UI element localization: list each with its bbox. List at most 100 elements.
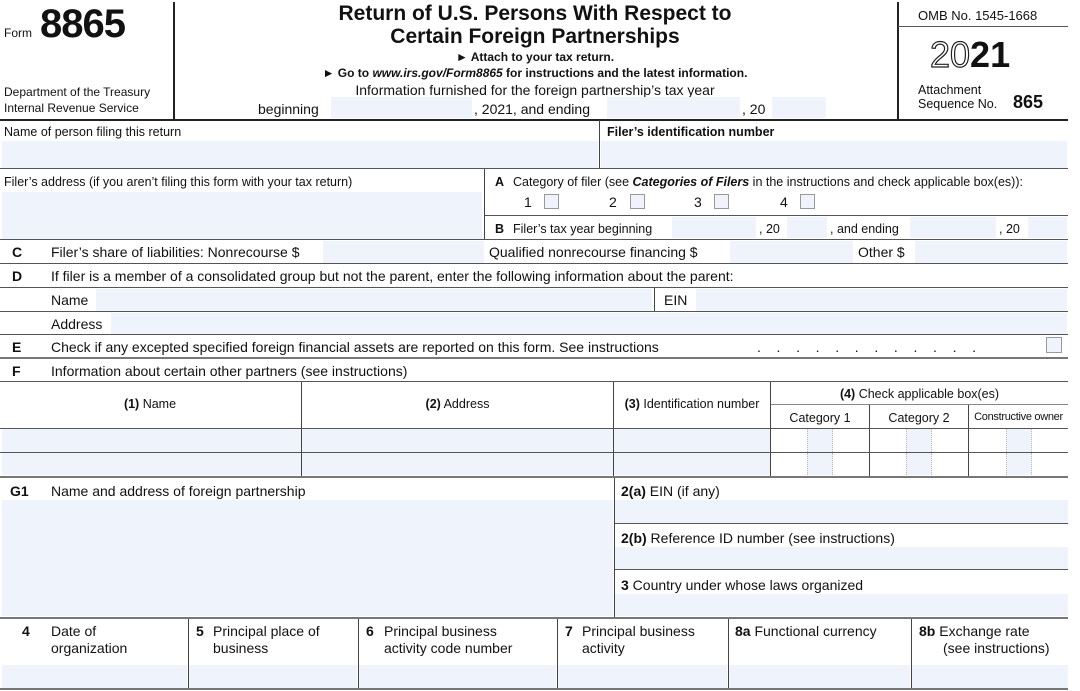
excepted-assets-checkbox[interactable] (1046, 337, 1062, 353)
omb-number: OMB No. 1545-1668 (918, 8, 1038, 23)
nonrecourse-label: Filer’s share of liabilities: Nonrecours… (51, 244, 300, 260)
partnership-year-beginning-field[interactable] (331, 97, 472, 118)
partnership-ein-field[interactable] (615, 500, 1068, 523)
line-c-letter: C (12, 244, 23, 260)
filer-year-beginning-year-field[interactable] (787, 217, 827, 238)
partner-name-field[interactable] (2, 429, 301, 452)
activity-code-field[interactable] (359, 665, 556, 688)
filer-address-label: Filer’s address (if you aren’t filing th… (4, 175, 353, 189)
consolidated-group-text: If filer is a member of a consolidated g… (51, 268, 734, 284)
partner-id-field[interactable] (614, 429, 770, 452)
constructive-owner-checkbox[interactable] (1006, 429, 1032, 452)
parent-ein-label: EIN (664, 292, 688, 308)
ein-label: 2(a) EIN (if any) (621, 483, 720, 499)
item-6-number: 6 (366, 623, 374, 639)
category-4-checkbox[interactable] (800, 194, 815, 209)
date-of-organization-label: Date of organization (51, 623, 128, 656)
parent-name-label: Name (51, 292, 89, 308)
category-3-checkbox[interactable] (714, 194, 729, 209)
col-name-header: (1) Name (123, 397, 177, 411)
filer-name-label: Name of person filing this return (4, 125, 182, 139)
col-address-header: (2) Address (425, 397, 490, 411)
form-title: Return of U.S. Persons With Respect to C… (180, 2, 890, 48)
item-5-number: 5 (196, 623, 204, 639)
country-label: 3 Country under whose laws organized (621, 577, 864, 593)
exchange-rate-field[interactable] (912, 665, 1068, 688)
parent-ein-field[interactable] (696, 289, 1067, 311)
category-2-checkbox[interactable] (906, 453, 932, 475)
business-activity-label: Principal business activity (582, 623, 695, 656)
agency-name: Internal Revenue Service (4, 101, 139, 115)
category-2-checkbox[interactable] (630, 194, 645, 209)
attach-note: ► Attach to your tax return. (455, 50, 615, 64)
filer-address-field[interactable] (2, 192, 482, 239)
nonrecourse-field[interactable] (323, 241, 484, 263)
constructive-owner-checkbox[interactable] (1006, 453, 1032, 475)
tax-year-info: Information furnished for the foreign pa… (355, 82, 715, 98)
principal-place-field[interactable] (189, 665, 357, 688)
reference-id-field[interactable] (615, 547, 1068, 569)
item-4-number: 4 (22, 623, 30, 639)
sequence-label: Sequence No. (918, 97, 998, 111)
year-end-label: , 20 (742, 101, 766, 117)
parent-address-label: Address (51, 316, 103, 332)
partner-address-field[interactable] (302, 429, 613, 452)
foreign-partnership-name-address-field[interactable] (2, 500, 613, 616)
qualified-nonrecourse-label: Qualified nonrecourse financing $ (489, 244, 698, 260)
category-1-checkbox[interactable] (544, 194, 559, 209)
date-of-organization-field[interactable] (2, 665, 187, 688)
category-2-checkbox[interactable] (906, 429, 932, 452)
foreign-partnership-label: Name and address of foreign partnership (51, 483, 306, 499)
col-check-header: (4) Check applicable box(es) (839, 387, 1000, 401)
attachment-label: Attachment (918, 83, 982, 97)
parent-name-field[interactable] (96, 289, 652, 311)
filer-year-ending-year-field[interactable] (1028, 217, 1067, 238)
category-1-checkbox[interactable] (807, 429, 833, 452)
other-partners-text: Information about certain other partners… (51, 363, 408, 379)
beginning-label: beginning (258, 101, 319, 117)
qualified-nonrecourse-field[interactable] (730, 241, 853, 263)
line-g1-letter: G1 (10, 483, 29, 499)
category-1-checkbox[interactable] (807, 453, 833, 475)
partner-address-field[interactable] (302, 453, 613, 475)
reference-id-label: 2(b) Reference ID number (see instructio… (621, 530, 895, 546)
sub-constructive-owner-header: Constructive owner (974, 411, 1063, 423)
title-line-2: Certain Foreign Partnerships (390, 25, 680, 48)
line-b-letter: B (495, 222, 505, 236)
title-line-1: Return of U.S. Persons With Respect to (338, 2, 732, 25)
excepted-assets-text: Check if any excepted specified foreign … (51, 339, 659, 355)
sub-category-1-header: Category 1 (789, 411, 851, 425)
functional-currency-field[interactable] (729, 665, 910, 688)
partnership-year-ending-year-field[interactable] (772, 97, 826, 118)
partnership-year-ending-field[interactable] (607, 97, 740, 118)
other-liabilities-label: Other $ (858, 244, 905, 260)
filer-year-end-label: , 20 (999, 222, 1020, 236)
country-field[interactable] (615, 594, 1068, 616)
business-activity-field[interactable] (558, 665, 727, 688)
irs-url-link[interactable]: www.irs.gov/Form8865 (372, 66, 502, 80)
col-id-header: (3) Identification number (624, 397, 760, 411)
partner-id-field[interactable] (614, 453, 770, 475)
filer-year-beginning-field[interactable] (672, 217, 756, 238)
functional-currency-label: 8a Functional currency (735, 623, 877, 639)
leader-dots: . . . . . . . . . . . . (757, 339, 978, 355)
department-name: Department of the Treasury (4, 85, 151, 99)
form-number: 8865 (40, 2, 126, 46)
sequence-number: 865 (1013, 92, 1044, 112)
filer-id-field[interactable] (601, 141, 1067, 168)
principal-place-label: Principal place of business (213, 623, 320, 656)
filer-name-field[interactable] (2, 141, 598, 168)
filer-year-ending-field[interactable] (910, 217, 996, 238)
year-mid-label: , 2021, and ending (474, 101, 590, 117)
partner-name-field[interactable] (2, 453, 301, 475)
filer-tax-year-label: Filer’s tax year beginning (513, 222, 653, 236)
other-liabilities-field[interactable] (915, 241, 1067, 263)
exchange-rate-label: 8b Exchange rate (see instructions) (919, 623, 1050, 656)
category-of-filer-label: Category of filer (see Categories of Fil… (513, 175, 1023, 189)
parent-address-field[interactable] (111, 313, 1067, 334)
filer-and-ending-label: , and ending (830, 222, 899, 236)
category-3-label: 3 (694, 194, 702, 210)
category-4-label: 4 (780, 194, 788, 210)
filer-id-label: Filer’s identification number (607, 125, 775, 139)
line-a-letter: A (495, 175, 505, 189)
